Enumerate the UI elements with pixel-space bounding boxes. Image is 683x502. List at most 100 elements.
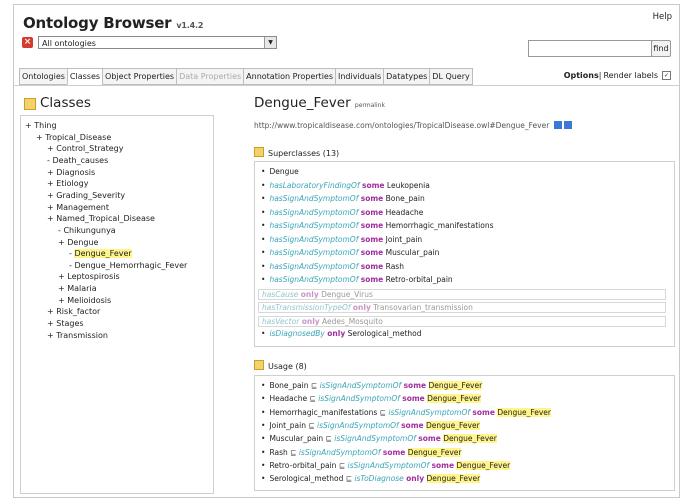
tree-node[interactable]: + Control_Strategy (47, 144, 123, 154)
class-link-current[interactable]: Dengue_Fever (407, 447, 462, 457)
expand-icon[interactable]: + (47, 214, 56, 223)
expand-icon[interactable]: + (47, 179, 56, 188)
property-link[interactable]: isToDiagnose (354, 474, 403, 483)
external-link-icon[interactable] (553, 121, 562, 129)
tree-node[interactable]: + Diagnosis (47, 168, 95, 178)
class-link[interactable]: Headache (386, 208, 424, 217)
property-link[interactable]: isSignAndSymptomOf (299, 448, 381, 457)
find-button[interactable]: find (651, 40, 671, 57)
expand-icon[interactable]: + (47, 307, 56, 316)
property-link[interactable]: isSignAndSymptomOf (348, 461, 430, 470)
property-link[interactable]: isSignAndSymptomOf (334, 434, 416, 443)
class-link[interactable]: Serological_method (269, 474, 343, 483)
tree-node[interactable]: + Melioidosis (58, 296, 111, 306)
permalink-link[interactable]: permalink (355, 102, 385, 109)
tree-node-label[interactable]: Management (56, 203, 109, 212)
options-link[interactable]: Options (564, 71, 599, 80)
property-link[interactable]: isSignAndSymptomOf (318, 394, 400, 403)
class-link[interactable]: Retro-orbital_pain (269, 461, 336, 470)
class-link[interactable]: Bone_pain (386, 194, 425, 203)
class-link[interactable]: Rash (269, 448, 287, 457)
tree-node-label[interactable]: Named_Tropical_Disease (56, 214, 155, 223)
tree-node[interactable]: - Dengue_Fever (69, 249, 132, 259)
property-link[interactable]: hasSignAndSymptomOf (269, 248, 358, 257)
tab-ontologies[interactable]: Ontologies (19, 68, 68, 85)
property-link[interactable]: hasSignAndSymptomOf (269, 194, 358, 203)
tree-node-label[interactable]: Diagnosis (56, 168, 95, 177)
remove-ontology-icon[interactable]: × (22, 37, 33, 48)
class-link[interactable]: Dengue_Virus (321, 290, 373, 299)
class-link-current[interactable]: Dengue_Fever (426, 420, 480, 430)
property-link[interactable]: isSignAndSymptomOf (320, 381, 402, 390)
property-link[interactable]: hasTransmissionTypeOf (262, 303, 351, 312)
chevron-down-icon[interactable]: ▼ (264, 37, 276, 48)
class-link[interactable]: Rash (386, 262, 404, 271)
tree-node[interactable]: - Dengue_Hemorrhagic_Fever (69, 261, 187, 271)
tree-node[interactable]: - Death_causes (47, 156, 108, 166)
tree-node-label[interactable]: Thing (34, 121, 56, 130)
class-link[interactable]: Hemorrhagic_manifestations (386, 221, 494, 230)
expand-icon[interactable]: + (47, 203, 56, 212)
tree-node-label[interactable]: Malaria (67, 284, 96, 293)
tree-node[interactable]: + Tropical_Disease (36, 133, 111, 143)
render-labels-checkbox[interactable]: ✓ (662, 71, 671, 80)
tree-node[interactable]: - Chikungunya (58, 226, 116, 236)
tree-node-label[interactable]: Death_causes (52, 156, 108, 165)
tree-node[interactable]: + Grading_Severity (47, 191, 125, 201)
class-link[interactable]: Aedes_Mosquito (322, 317, 383, 326)
tree-node-label[interactable]: Chikungunya (63, 226, 115, 235)
open-link-icon[interactable] (563, 121, 572, 129)
class-link-current[interactable]: Dengue_Fever (456, 460, 511, 470)
expand-icon[interactable]: + (58, 238, 67, 247)
ontology-select[interactable]: All ontologies ▼ (38, 36, 277, 49)
tab-classes[interactable]: Classes (66, 68, 104, 85)
class-link[interactable]: Retro-orbital_pain (386, 275, 453, 284)
tree-node-label[interactable]: Melioidosis (67, 296, 111, 305)
tree-node[interactable]: + Etiology (47, 179, 89, 189)
search-input[interactable] (528, 40, 655, 57)
tree-node-label[interactable]: Grading_Severity (56, 191, 125, 200)
expand-icon[interactable]: + (58, 296, 67, 305)
class-link[interactable]: Dengue (269, 167, 298, 176)
class-link[interactable]: Joint_pain (269, 421, 306, 430)
property-link[interactable]: hasSignAndSymptomOf (269, 275, 358, 284)
expand-icon[interactable]: + (47, 168, 56, 177)
class-link[interactable]: Muscular_pain (386, 248, 440, 257)
property-link[interactable]: isSignAndSymptomOf (317, 421, 399, 430)
expand-icon[interactable]: + (58, 284, 67, 293)
expand-icon[interactable]: + (47, 144, 56, 153)
class-link-current[interactable]: Dengue_Fever (428, 381, 483, 390)
class-link-current[interactable]: Dengue_Fever (443, 434, 497, 444)
property-link[interactable]: hasSignAndSymptomOf (269, 208, 358, 217)
class-link[interactable]: Joint_pain (386, 235, 423, 244)
tree-node-label[interactable]: Dengue_Fever (74, 249, 132, 259)
tab-datatypes[interactable]: Datatypes (383, 68, 431, 85)
tree-node-label[interactable]: Etiology (56, 179, 88, 188)
property-link[interactable]: hasSignAndSymptomOf (269, 235, 358, 244)
tree-node[interactable]: + Leptospirosis (58, 272, 120, 282)
class-link[interactable]: Headache (269, 394, 307, 403)
tree-node[interactable]: + Thing (25, 121, 57, 131)
property-link[interactable]: isSignAndSymptomOf (388, 408, 470, 417)
tree-node-label[interactable]: Stages (56, 319, 83, 328)
tree-node[interactable]: + Risk_factor (47, 307, 100, 317)
expand-icon[interactable]: + (36, 133, 45, 142)
tree-node[interactable]: + Stages (47, 319, 84, 329)
expand-icon[interactable]: + (47, 319, 56, 328)
tab-object-properties[interactable]: Object Properties (102, 68, 178, 85)
tab-annotation-properties[interactable]: Annotation Properties (243, 68, 336, 85)
help-link[interactable]: Help (653, 12, 672, 22)
class-link[interactable]: Leukopenia (387, 181, 430, 190)
tree-node[interactable]: + Transmission (47, 331, 108, 341)
expand-icon[interactable]: + (47, 191, 56, 200)
class-link[interactable]: Serological_method (348, 329, 422, 338)
tree-node-label[interactable]: Transmission (56, 331, 108, 340)
tree-node-label[interactable]: Dengue_Hemorrhagic_Fever (74, 261, 187, 270)
tree-node[interactable]: + Named_Tropical_Disease (47, 214, 155, 224)
class-link[interactable]: Transovarian_transmission (373, 303, 473, 312)
property-link[interactable]: hasCause (262, 290, 298, 299)
class-link[interactable]: Bone_pain (269, 381, 308, 390)
tab-dl-query[interactable]: DL Query (429, 68, 473, 85)
property-link[interactable]: hasVector (262, 317, 299, 326)
property-link[interactable]: hasSignAndSymptomOf (269, 262, 358, 271)
